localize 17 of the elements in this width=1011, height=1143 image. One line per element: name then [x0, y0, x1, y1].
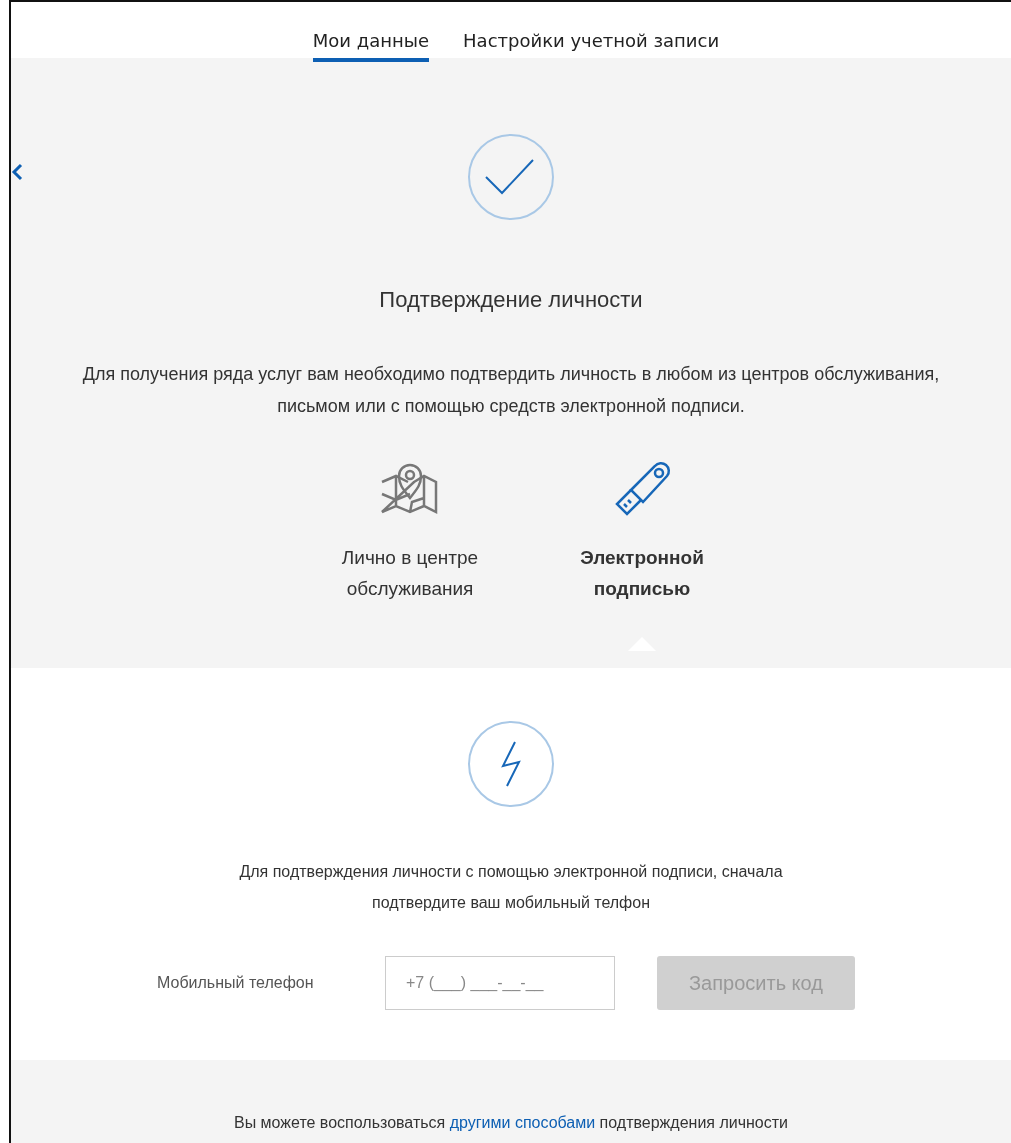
lightning-icon — [467, 720, 555, 808]
footer-text: Вы можете воспользоваться другими способами подтверждения личности — [233, 1114, 789, 1133]
method-option[interactable]: Лично в центре обслуживания — [325, 460, 495, 604]
method-label: Электронной подписью — [579, 546, 705, 601]
method-option[interactable]: Электронной подписью — [557, 460, 727, 604]
phone-label: Мобильный телефон — [157, 974, 315, 992]
method-label: Лично в центре обслуживания — [340, 546, 480, 601]
tab[interactable]: Мои данные — [312, 2, 430, 62]
checkmark-icon — [467, 133, 555, 221]
phone-field[interactable]: +7 (___) ___-__-__ — [385, 956, 615, 1010]
usb-stick-icon — [613, 460, 671, 518]
chevron-left-icon — [11, 162, 23, 182]
other-methods-link[interactable]: другими способами — [449, 1114, 596, 1131]
tab[interactable]: Настройки учетной записи — [463, 2, 720, 62]
intro-text: Для получения ряда услуг вам необходимо подтвердить личность в любом из центров обслуживания, письмом или с помощью средств электронной подписи. — [81, 363, 941, 418]
page-title: Подтверждение личности — [379, 287, 643, 313]
instruction-text: Для подтверждения личности с помощью электронной подписи, сначала подтвердите ваш мобильный телфон — [238, 862, 784, 913]
